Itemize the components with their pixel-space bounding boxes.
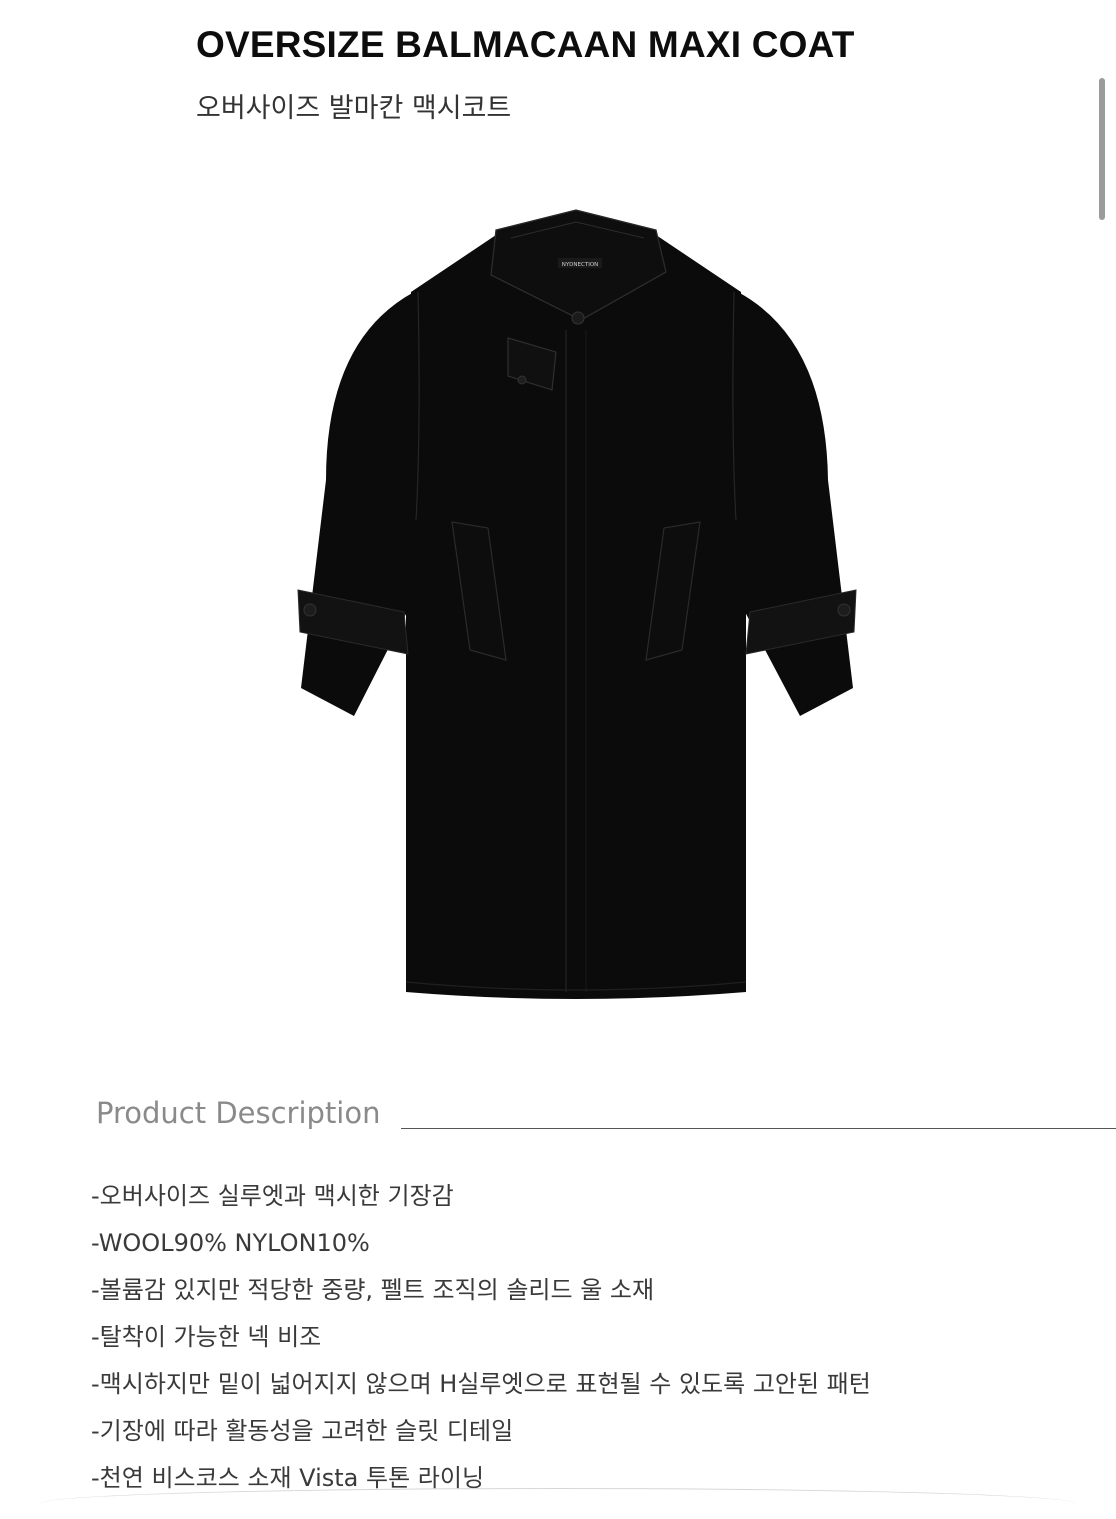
- left-sleeve: [301, 292, 414, 716]
- list-item: -기장에 따라 활동성을 고려한 슬릿 디테일: [91, 1417, 514, 1445]
- collar-label-text: NYDNECTION: [562, 262, 599, 268]
- section-divider: [401, 1128, 1116, 1129]
- description-list: -오버사이즈 실루엣과 맥시한 기장감 -WOOL90% NYLON10% -볼…: [91, 1176, 871, 1505]
- right-cuff-button: [837, 603, 851, 617]
- coat-body: [406, 235, 746, 999]
- list-item: -볼륨감 있지만 적당한 중량, 펠트 조직의 솔리드 울 소재: [91, 1276, 655, 1304]
- product-title: OVERSIZE BALMACAAN MAXI COAT: [196, 24, 855, 65]
- coat-illustration: NYDNECTION: [297, 209, 857, 999]
- list-item: -탈착이 가능한 넥 비조: [91, 1323, 322, 1351]
- product-description-heading: Product Description: [96, 1096, 381, 1130]
- scrollbar[interactable]: [1099, 78, 1105, 220]
- list-item: -WOOL90% NYLON10%: [91, 1229, 370, 1257]
- left-cuff-button: [303, 603, 317, 617]
- product-subtitle: 오버사이즈 발마칸 맥시코트: [196, 93, 512, 124]
- top-button: [571, 311, 585, 325]
- list-item: -오버사이즈 실루엣과 맥시한 기장감: [91, 1182, 454, 1210]
- product-image: NYDNECTION: [296, 180, 858, 1002]
- bottom-overlay-edge: [40, 1488, 1076, 1519]
- list-item: -맥시하지만 밑이 넓어지지 않으며 H실루엣으로 표현될 수 있도록 고안된 …: [91, 1370, 871, 1398]
